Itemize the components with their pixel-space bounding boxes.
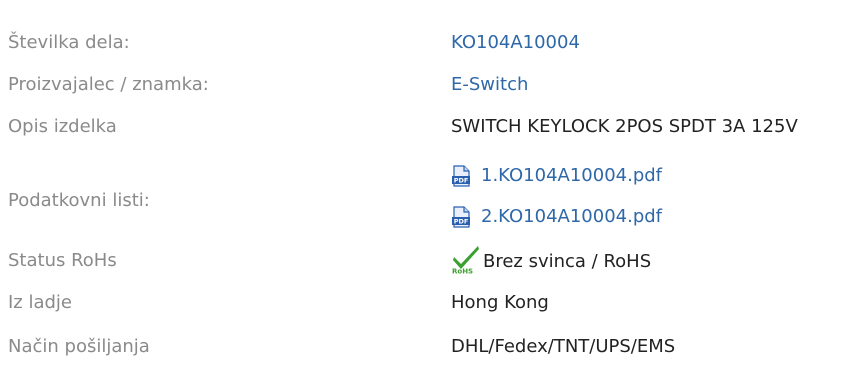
description-value: SWITCH KEYLOCK 2POS SPDT 3A 125V <box>451 116 798 137</box>
manufacturer-label: Proizvajalec / znamka: <box>8 74 209 95</box>
manufacturer-link[interactable]: E-Switch <box>451 73 528 97</box>
rohs-status: RoHS Brez svinca / RoHS <box>451 244 652 276</box>
part-number-label: Številka dela: <box>8 32 130 53</box>
part-number-link[interactable]: KO104A10004 <box>451 31 580 55</box>
svg-text:RoHS: RoHS <box>452 268 473 275</box>
description-label: Opis izdelka <box>8 116 117 137</box>
ships-from-label: Iz ladje <box>8 292 73 313</box>
rohs-check-icon: RoHS <box>451 244 481 276</box>
rohs-label: Status RoHs <box>8 250 117 271</box>
datasheet-link-2[interactable]: PDF 2.KO104A10004.pdf <box>451 205 662 229</box>
rohs-value: Brez svinca / RoHS <box>483 251 652 272</box>
shipping-label: Način pošiljanja <box>8 336 150 357</box>
pdf-file-icon: PDF <box>451 165 471 187</box>
datasheet-name-2: 2.KO104A10004.pdf <box>481 206 663 227</box>
pdf-file-icon: PDF <box>451 206 471 228</box>
datasheet-name-1: 1.KO104A10004.pdf <box>481 165 663 186</box>
shipping-value: DHL/Fedex/TNT/UPS/EMS <box>451 336 676 357</box>
svg-text:PDF: PDF <box>454 177 469 185</box>
datasheets-label: Podatkovni listi: <box>8 190 150 211</box>
datasheet-link-1[interactable]: PDF 1.KO104A10004.pdf <box>451 164 662 188</box>
ships-from-value: Hong Kong <box>451 292 549 313</box>
svg-text:PDF: PDF <box>454 218 469 226</box>
